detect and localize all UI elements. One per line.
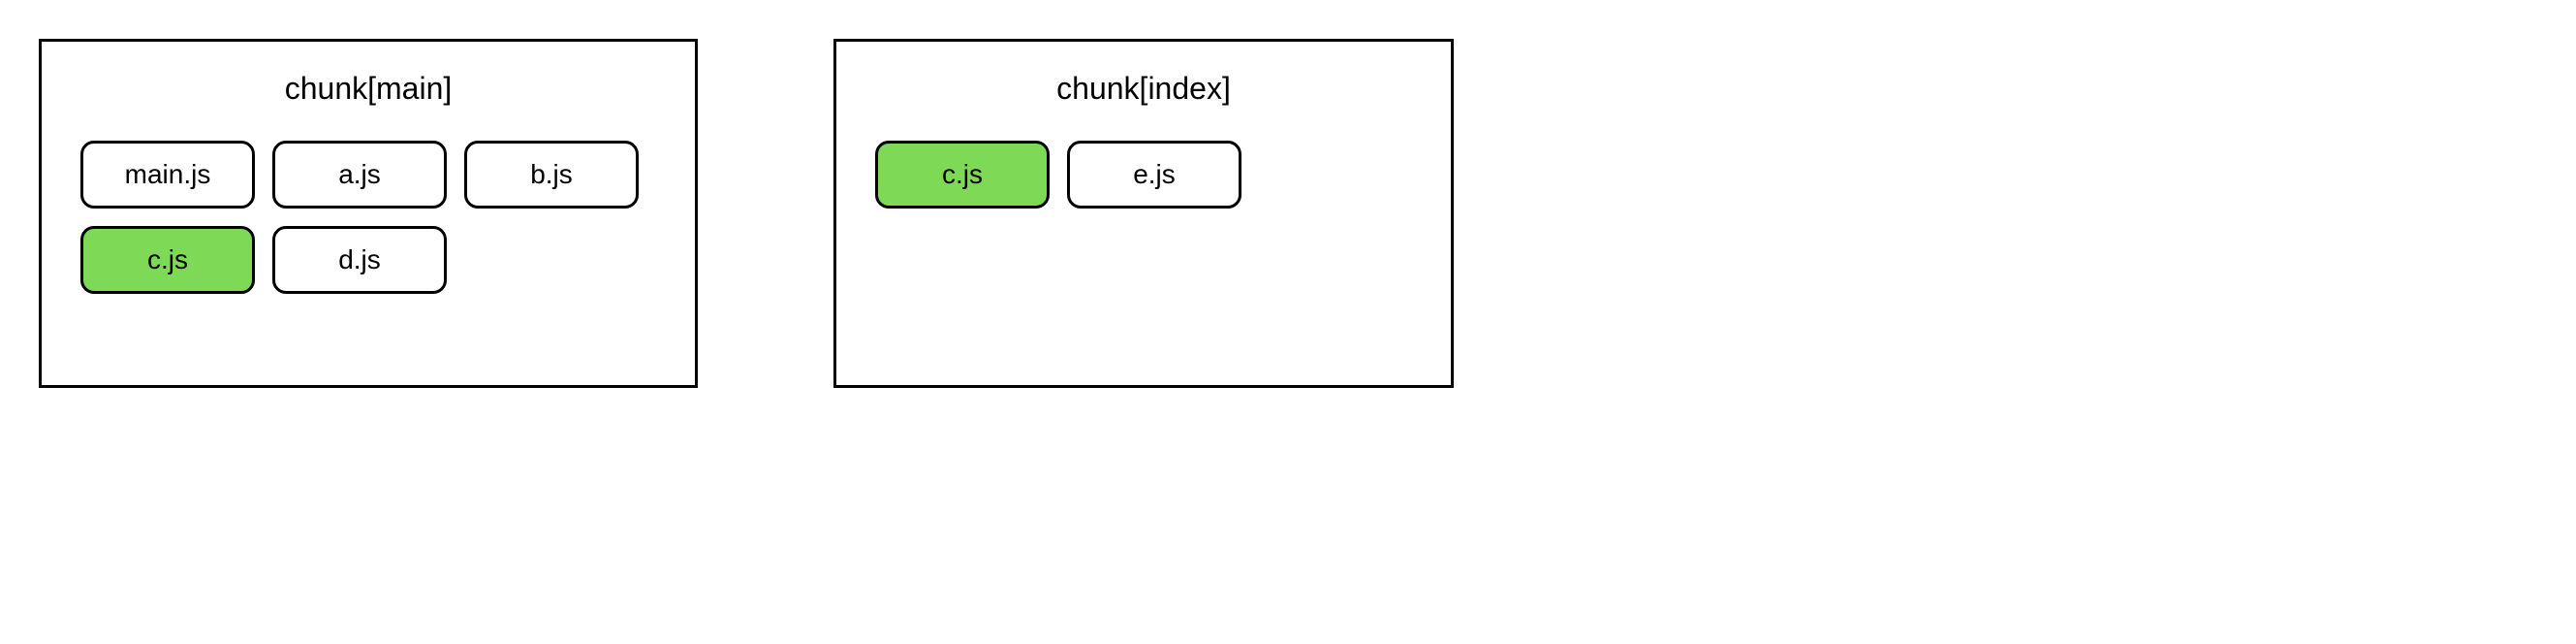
module-e-js: e.js: [1067, 141, 1241, 209]
modules-grid-index: c.js e.js: [875, 141, 1412, 209]
module-main-js: main.js: [80, 141, 255, 209]
chunk-title-main: chunk[main]: [80, 71, 656, 107]
module-d-js: d.js: [272, 226, 447, 294]
module-a-js: a.js: [272, 141, 447, 209]
modules-grid-main: main.js a.js b.js c.js d.js: [80, 141, 656, 294]
chunk-box-main: chunk[main] main.js a.js b.js c.js d.js: [39, 39, 698, 388]
chunk-box-index: chunk[index] c.js e.js: [833, 39, 1454, 388]
module-c-js-index: c.js: [875, 141, 1050, 209]
module-c-js-main: c.js: [80, 226, 255, 294]
diagram-container: chunk[main] main.js a.js b.js c.js d.js …: [39, 39, 2537, 388]
chunk-title-index: chunk[index]: [875, 71, 1412, 107]
module-b-js: b.js: [464, 141, 639, 209]
